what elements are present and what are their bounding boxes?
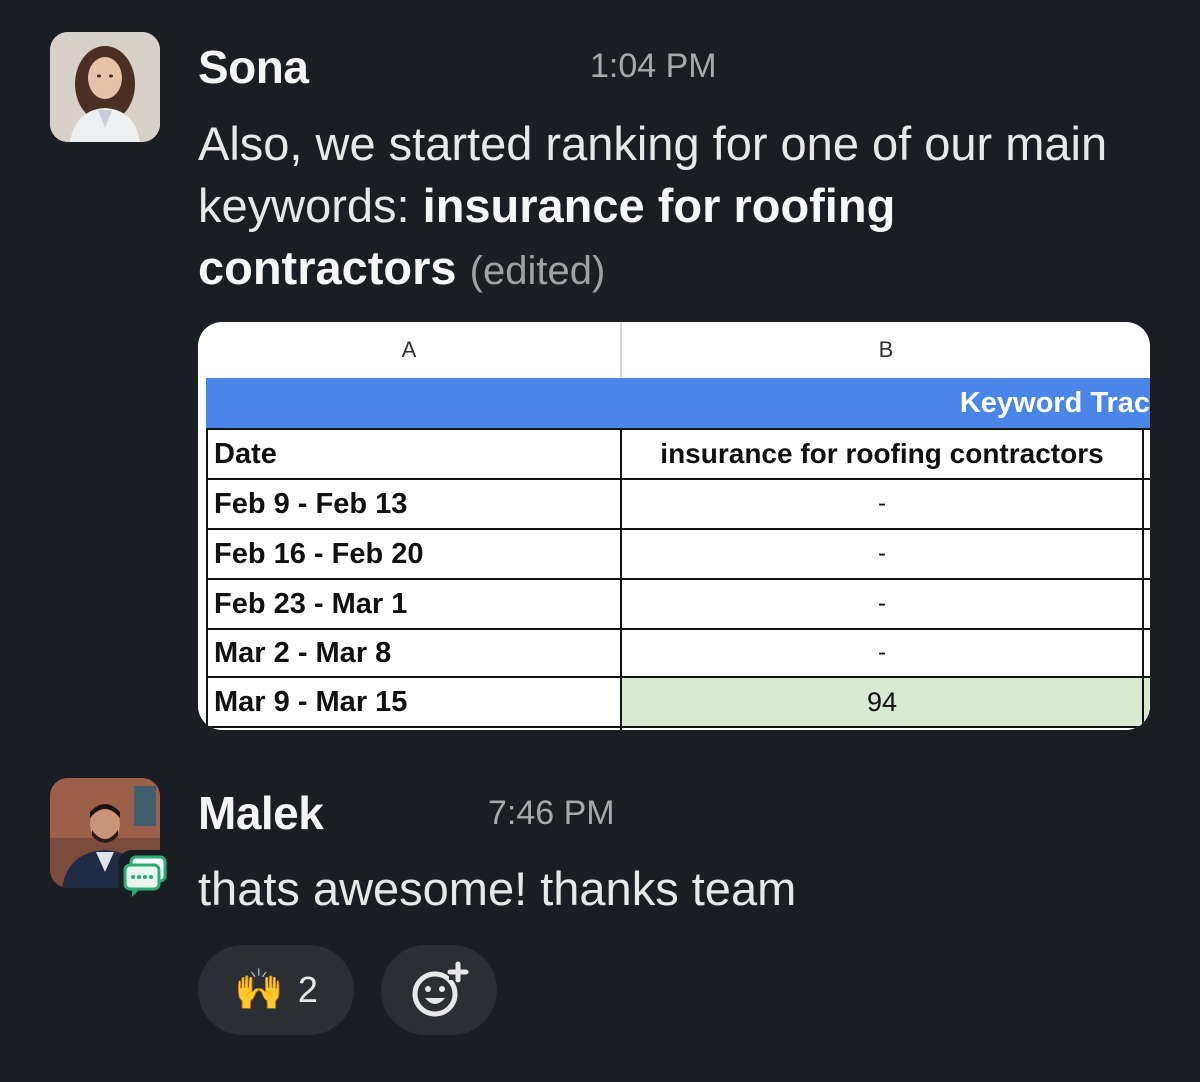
table-cell-rank: - bbox=[878, 540, 886, 567]
column-divider bbox=[620, 322, 622, 378]
avatar-sona[interactable] bbox=[50, 32, 160, 142]
reaction-raised-hands[interactable]: 🙌 2 bbox=[198, 945, 354, 1035]
table-cell-date: Feb 9 - Feb 13 bbox=[214, 487, 408, 520]
table-cell-date: Feb 16 - Feb 20 bbox=[214, 537, 424, 570]
message-text: thats awesome! thanks team bbox=[198, 862, 797, 915]
table-cell-date: Feb 23 - Mar 1 bbox=[214, 587, 408, 620]
edited-label: (edited) bbox=[469, 249, 606, 293]
table-cell-rank: - bbox=[878, 490, 886, 517]
table-cell-date: Mar 2 - Mar 8 bbox=[214, 636, 392, 669]
banner-title: Keyword Trac bbox=[959, 386, 1150, 419]
avatar-sona-image bbox=[50, 32, 160, 142]
grid-line bbox=[206, 726, 1150, 728]
author-name[interactable]: Sona bbox=[198, 40, 309, 94]
add-reaction-icon bbox=[412, 961, 469, 1017]
table-cell-rank: - bbox=[878, 639, 886, 666]
grid-line bbox=[206, 428, 208, 730]
table-cell-rank: - bbox=[878, 590, 886, 617]
message-text: Also, we started ranking for one of our … bbox=[198, 113, 1158, 302]
raised-hands-emoji: 🙌 bbox=[234, 968, 284, 1012]
table-cell-rank: 94 bbox=[866, 686, 898, 717]
table-header-keyword: insurance for roofing contractors bbox=[660, 438, 1104, 469]
column-header-a: A bbox=[401, 337, 417, 362]
table-header-date: Date bbox=[214, 437, 277, 470]
message-timestamp[interactable]: 7:46 PM bbox=[488, 794, 615, 833]
grid-line bbox=[1142, 428, 1144, 730]
reaction-count: 2 bbox=[297, 969, 318, 1010]
spreadsheet-image[interactable]: A B Keyword Trac Date insurance for roof… bbox=[198, 322, 1150, 730]
author-name[interactable]: Malek bbox=[198, 786, 324, 840]
column-header-b: B bbox=[878, 337, 894, 362]
message-timestamp[interactable]: 1:04 PM bbox=[590, 47, 717, 86]
table-cell-date: Mar 9 - Mar 15 bbox=[214, 685, 408, 718]
add-reaction-button[interactable] bbox=[381, 945, 497, 1035]
status-badge bbox=[118, 850, 172, 904]
chat-bubble-status-icon bbox=[123, 855, 167, 897]
